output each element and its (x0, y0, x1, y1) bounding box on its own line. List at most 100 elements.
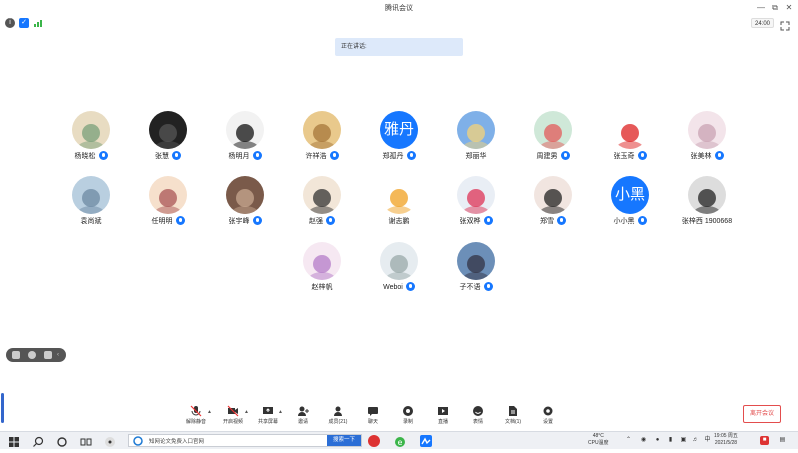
video-off-button[interactable]: 开启视频 (217, 403, 249, 431)
avatar (303, 242, 341, 280)
task-view-icon[interactable] (80, 435, 92, 447)
network-icon[interactable]: ▣ (679, 436, 688, 445)
browser-icon[interactable]: e (394, 435, 406, 447)
participant-name: 袁尚斌 (80, 218, 102, 225)
participant-name-row: 张梓西 1900668 (657, 216, 757, 228)
cortana-icon[interactable] (56, 435, 68, 447)
participant-name: 杨晓松 (74, 153, 96, 160)
video-off-icon (227, 404, 239, 417)
mic-status-icon (405, 281, 415, 291)
share-screen-button[interactable]: 共享屏幕 (252, 403, 284, 431)
mic-status-icon (406, 150, 416, 160)
ime-indicator[interactable]: 中 (703, 436, 712, 445)
cpu-temp-widget: 48°C CPU温度 (588, 433, 609, 447)
taskbar-search-text: 知网论文免费入口官网 (149, 439, 205, 445)
emoji-button[interactable]: 表情 (462, 403, 494, 431)
participant-name: 许祥浩 (305, 153, 327, 160)
participant-name: 任明明 (151, 218, 173, 225)
speaker-icon[interactable]: ♬ (691, 436, 700, 445)
mic-status-icon (175, 215, 185, 225)
participant-tile[interactable]: 张美林 (657, 111, 757, 171)
mic-muted-icon (190, 404, 202, 417)
notification-icon[interactable]: ▤ (778, 436, 787, 445)
live-button[interactable]: 直播 (427, 403, 459, 431)
participant-grid: 杨晓松 张慧 杨明月 许祥浩 雅丹 郑孤丹 郑丽华 周建男 张玉奇 张美林 袁尚斌 任明明 张宇峰 赵强 谢… (0, 0, 798, 300)
battery-icon[interactable]: ▮ (666, 436, 675, 445)
gallery-view-icon[interactable] (44, 351, 52, 359)
meeting-window: 腾讯会议 — ⧉ ✕ i ✓ 24:00 正在讲话: 杨晓松 张慧 杨明月 许祥浩 雅丹… (0, 0, 798, 431)
participant-name: 张玉奇 (613, 153, 635, 160)
avatar (611, 111, 649, 149)
mic-status-icon (483, 281, 493, 291)
mic-muted-button[interactable]: 解除静音 (180, 403, 212, 431)
avatar (380, 242, 418, 280)
participant-name: 张梓西 1900668 (681, 218, 733, 225)
document-icon (507, 404, 519, 416)
tencent-meeting-taskbar-icon[interactable] (420, 435, 432, 447)
leave-meeting-button[interactable]: 离开会议 (743, 405, 781, 423)
participant-name: 赵强 (309, 218, 323, 225)
fan-app-icon[interactable] (104, 435, 116, 447)
members-button[interactable]: 成员(21) (322, 403, 354, 431)
participant-name: 张慧 (155, 153, 169, 160)
members-icon (332, 404, 344, 416)
collapse-icon[interactable]: ‹ (57, 351, 61, 359)
mic-status-icon (557, 215, 566, 225)
document-button[interactable]: 文档(1) (497, 403, 529, 431)
tray-mic-icon[interactable]: ● (653, 436, 662, 445)
mic-status-icon (252, 215, 262, 225)
mic-status-icon (560, 150, 570, 160)
grid-view-icon[interactable] (12, 351, 20, 359)
participant-name: 周建男 (536, 153, 558, 160)
avatar (226, 176, 264, 214)
windows-start-icon[interactable] (8, 435, 20, 447)
mic-status-icon (483, 215, 493, 225)
record-icon (402, 404, 414, 416)
speaker-view-icon[interactable] (28, 351, 36, 359)
tray-expand-icon[interactable]: ⌃ (624, 436, 633, 445)
toolbar-label: 设置 (542, 419, 553, 425)
mic-status-icon (98, 150, 108, 160)
emoji-icon (472, 404, 484, 416)
taskbar-search-button[interactable]: 搜索一下 (327, 435, 361, 446)
avatar (226, 111, 264, 149)
settings-button[interactable]: 设置 (532, 403, 564, 431)
participant-name: Weboi (383, 284, 403, 291)
windows-taskbar: 知网论文免费入口官网 搜索一下 e 48°C CPU温度 ⌃ ◉ ● ▮ ▣ ♬… (0, 431, 798, 449)
clock[interactable]: 19:05 周五 2021/5/28 (714, 433, 738, 447)
mic-status-icon (172, 150, 181, 160)
chat-button[interactable]: 聊天 (357, 403, 389, 431)
settings-icon (542, 404, 554, 416)
invite-button[interactable]: 邀请 (287, 403, 319, 431)
avatar (149, 111, 187, 149)
taskbar-search[interactable]: 知网论文免费入口官网 搜索一下 (128, 434, 362, 447)
powerpoint-icon[interactable] (368, 435, 380, 447)
participant-name: 赵梓帆 (311, 284, 333, 291)
avatar: 雅丹 (380, 111, 418, 149)
participant-name: 张美林 (690, 153, 712, 160)
mic-status-icon (329, 150, 339, 160)
search-icon[interactable] (32, 435, 44, 447)
participant-name: 杨明月 (228, 153, 250, 160)
avatar (688, 176, 726, 214)
participant-name: 小小黑 (613, 218, 635, 225)
avatar (688, 111, 726, 149)
participant-tile[interactable]: 张梓西 1900668 (657, 176, 757, 236)
cpu-temp-value: 48°C (592, 433, 604, 439)
record-button[interactable]: 录制 (392, 403, 424, 431)
edge-icon (133, 436, 143, 446)
security-app-icon[interactable]: ■ (760, 436, 769, 445)
cpu-temp-label: CPU温度 (588, 440, 609, 446)
participant-tile[interactable]: 子不语 (426, 242, 526, 302)
participant-name: 郑丽华 (465, 153, 487, 160)
mic-status-icon (637, 215, 647, 225)
avatar: 小黑 (611, 176, 649, 214)
layout-switcher[interactable]: ‹ (6, 348, 66, 362)
tray-app-icon[interactable]: ◉ (639, 436, 648, 445)
avatar (72, 111, 110, 149)
avatar (457, 242, 495, 280)
avatar (303, 176, 341, 214)
live-icon (437, 404, 449, 416)
invite-icon (297, 404, 309, 416)
share-screen-icon (262, 404, 274, 416)
